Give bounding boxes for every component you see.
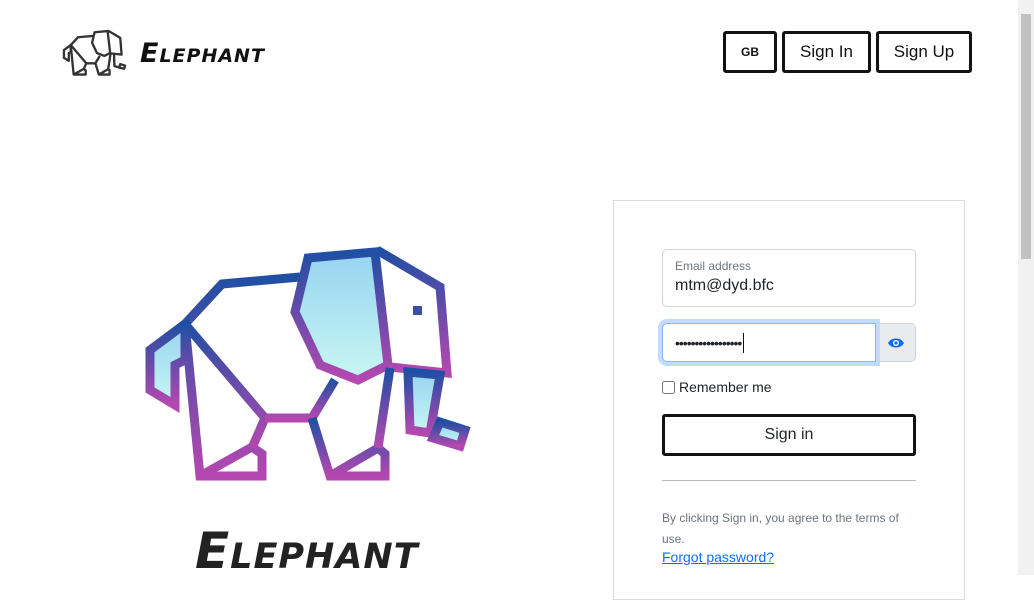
remember-me-checkbox[interactable]	[662, 380, 675, 394]
elephant-illustration	[145, 246, 471, 481]
password-value: •••••••••••••••••	[675, 334, 742, 351]
sign-in-button[interactable]: Sign in	[662, 414, 916, 456]
scrollbar[interactable]	[1018, 0, 1034, 575]
header-nav: GB Sign In Sign Up	[723, 31, 972, 73]
eye-mark	[413, 306, 422, 315]
brand-name: Elephant	[140, 37, 265, 69]
remember-me[interactable]: Remember me	[662, 379, 772, 395]
logo[interactable]: Elephant	[62, 28, 265, 78]
login-card: Email address mtm@dyd.bfc ••••••••••••••…	[613, 200, 965, 600]
sign-in-nav-button[interactable]: Sign In	[782, 31, 871, 73]
forgot-password-link[interactable]: Forgot password?	[662, 549, 774, 565]
terms-text: By clicking Sign in, you agree to the te…	[662, 511, 899, 546]
hero-brand-name: Elephant	[195, 522, 419, 580]
show-password-button[interactable]	[876, 323, 916, 362]
scrollbar-thumb[interactable]	[1021, 14, 1031, 259]
email-label: Email address	[675, 259, 752, 273]
sign-up-nav-button[interactable]: Sign Up	[876, 31, 972, 73]
password-input[interactable]: •••••••••••••••••	[662, 323, 876, 362]
password-group: •••••••••••••••••	[662, 323, 916, 362]
email-value: mtm@dyd.bfc	[675, 277, 774, 294]
eye-icon	[887, 338, 904, 347]
email-field[interactable]: Email address mtm@dyd.bfc	[662, 249, 916, 307]
remember-me-label: Remember me	[679, 379, 772, 395]
divider	[662, 480, 916, 481]
language-button[interactable]: GB	[723, 31, 777, 73]
elephant-logo-icon	[62, 29, 127, 76]
